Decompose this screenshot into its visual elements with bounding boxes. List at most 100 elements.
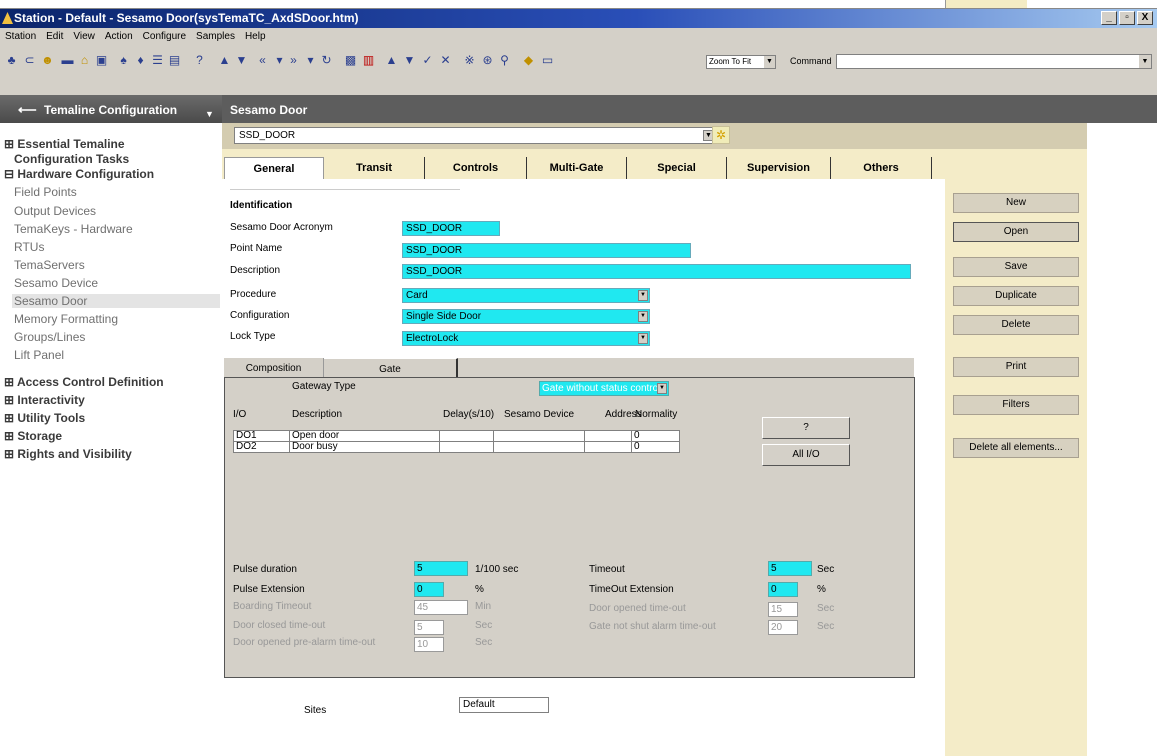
tree-item-lift-panel[interactable]: Lift Panel xyxy=(14,348,64,362)
chevron-down-icon[interactable]: ▼ xyxy=(764,56,775,68)
io-cell[interactable]: DO2 xyxy=(233,441,290,453)
address-cell[interactable] xyxy=(584,430,632,442)
tree-section-interactivity[interactable]: ⊞ Interactivity xyxy=(4,393,85,407)
chevron-down-icon[interactable]: ▼ xyxy=(1139,55,1151,68)
subtab-gate[interactable]: Gate xyxy=(324,358,458,378)
tree-item-sesamo-door[interactable]: Sesamo Door xyxy=(12,294,220,308)
prealarm-field[interactable]: 10 xyxy=(414,637,444,652)
new-button[interactable]: New xyxy=(953,193,1079,213)
chevron-down-icon[interactable]: ▼ xyxy=(638,290,648,301)
menu-samples[interactable]: Samples xyxy=(191,28,240,45)
description-cell[interactable]: Open door xyxy=(289,430,440,442)
menu-edit[interactable]: Edit xyxy=(41,28,68,45)
home-icon[interactable]: ⌂ xyxy=(77,53,92,67)
description-cell[interactable]: Door busy xyxy=(289,441,440,453)
normality-cell[interactable]: 0 xyxy=(631,430,680,442)
point-name-field[interactable]: SSD_DOOR xyxy=(402,243,691,258)
tab-transit[interactable]: Transit xyxy=(324,157,424,179)
grid-icon[interactable]: ▣ xyxy=(94,53,109,67)
wizard-icon[interactable]: ✲ xyxy=(712,126,730,144)
pulse-extension-field[interactable]: 0 xyxy=(414,582,444,597)
gate-not-shut-field[interactable]: 20 xyxy=(768,620,798,635)
tree-section-access-control[interactable]: ⊞ Access Control Definition xyxy=(4,375,164,389)
help-icon[interactable]: ? xyxy=(192,53,207,67)
tree-item-groups-lines[interactable]: Groups/Lines xyxy=(14,330,85,344)
sites-field[interactable]: Default xyxy=(459,697,549,713)
pulse-duration-field[interactable]: 5 xyxy=(414,561,468,576)
procedure-select[interactable]: Card ▼ xyxy=(402,288,650,303)
duplicate-button[interactable]: Duplicate xyxy=(953,286,1079,306)
io-help-button[interactable]: ? xyxy=(762,417,850,439)
tree-item-output-devices[interactable]: Output Devices xyxy=(14,204,96,218)
tree-section-storage[interactable]: ⊞ Storage xyxy=(4,429,62,443)
menu-action[interactable]: Action xyxy=(100,28,138,45)
zoom-select[interactable]: Zoom To Fit ▼ xyxy=(706,55,776,69)
delay-cell[interactable] xyxy=(439,441,494,453)
hierarchy-icon[interactable]: ♣ xyxy=(4,53,19,67)
tab-multi-gate[interactable]: Multi-Gate xyxy=(526,157,626,179)
filters-button[interactable]: Filters xyxy=(953,395,1079,415)
subtab-composition[interactable]: Composition xyxy=(224,358,324,378)
tab-controls[interactable]: Controls xyxy=(424,157,526,179)
tree-item-sesamo-device[interactable]: Sesamo Device xyxy=(14,276,98,290)
tree-section-essential[interactable]: ⊞ Essential Temaline xyxy=(4,137,125,151)
gateway-type-select[interactable]: Gate without status control ▼ xyxy=(539,381,669,396)
chevron-down-icon[interactable]: ▼ xyxy=(638,311,648,322)
triangle-down-icon[interactable]: ▼ xyxy=(402,53,417,67)
tree-item-memory-formatting[interactable]: Memory Formatting xyxy=(14,312,118,326)
door-closed-field[interactable]: 5 xyxy=(414,620,444,635)
tab-special[interactable]: Special xyxy=(626,157,726,179)
restore-button[interactable]: ▫ xyxy=(1119,11,1135,25)
menu-help[interactable]: Help xyxy=(240,28,271,45)
left-panel-header[interactable]: ⟵ Temaline Configuration ▼ xyxy=(0,95,222,123)
list-icon[interactable]: ☰ xyxy=(150,53,165,67)
chevron-down-icon[interactable]: ▾ xyxy=(272,53,287,67)
tree-item-temakeys[interactable]: TemaKeys - Hardware xyxy=(14,222,133,236)
tree-item-temaservers[interactable]: TemaServers xyxy=(14,258,85,272)
tab-others[interactable]: Others xyxy=(830,157,932,179)
print-button[interactable]: Print xyxy=(953,357,1079,377)
refresh-icon[interactable]: ↻ xyxy=(319,53,334,67)
monitor-icon[interactable]: ▬ xyxy=(60,53,75,67)
x-mark-icon[interactable]: ✕ xyxy=(438,53,453,67)
save-button[interactable]: Save xyxy=(953,257,1079,277)
diamond-icon[interactable]: ◆ xyxy=(521,53,536,67)
back-icon[interactable]: « xyxy=(255,53,270,67)
triangle-up-icon[interactable]: ▲ xyxy=(384,53,399,67)
download-icon[interactable]: ▼ xyxy=(234,53,249,67)
print-preview-icon[interactable]: ♦ xyxy=(133,53,148,67)
tab-general[interactable]: General xyxy=(224,157,324,179)
close-button[interactable]: X xyxy=(1137,11,1153,25)
door-opened-field[interactable]: 15 xyxy=(768,602,798,617)
sesamo-device-cell[interactable] xyxy=(493,441,585,453)
delete-button[interactable]: Delete xyxy=(953,315,1079,335)
check-icon[interactable]: ✓ xyxy=(420,53,435,67)
sesamo-device-cell[interactable] xyxy=(493,430,585,442)
menu-view[interactable]: View xyxy=(68,28,100,45)
configuration-select[interactable]: Single Side Door ▼ xyxy=(402,309,650,324)
address-cell[interactable] xyxy=(584,441,632,453)
delete-all-button[interactable]: Delete all elements... xyxy=(953,438,1079,458)
search-icon[interactable]: ⚲ xyxy=(497,53,512,67)
minimize-button[interactable]: _ xyxy=(1101,11,1117,25)
upload-icon[interactable]: ▲ xyxy=(217,53,232,67)
tree-item-rtus[interactable]: RTUs xyxy=(14,240,44,254)
table-icon[interactable]: ▤ xyxy=(167,53,182,67)
description-field[interactable]: SSD_DOOR xyxy=(402,264,911,279)
forward-icon[interactable]: » xyxy=(286,53,301,67)
window-icon[interactable]: ▭ xyxy=(540,53,555,67)
timeout-extension-field[interactable]: 0 xyxy=(768,582,798,597)
tree-section-utility-tools[interactable]: ⊞ Utility Tools xyxy=(4,411,85,425)
user-icon[interactable]: ☻ xyxy=(40,53,55,67)
menu-configure[interactable]: Configure xyxy=(138,28,191,45)
chevron-down-icon[interactable]: ▼ xyxy=(205,109,214,119)
find-icon[interactable]: ⊛ xyxy=(480,53,495,67)
table-row[interactable]: DO1 Open door 0 xyxy=(233,430,680,442)
print-icon[interactable]: ♠ xyxy=(116,53,131,67)
tree-item-field-points[interactable]: Field Points xyxy=(14,185,77,199)
tab-supervision[interactable]: Supervision xyxy=(726,157,830,179)
chevron-down-icon[interactable]: ▾ xyxy=(303,53,318,67)
image-icon[interactable]: ▩ xyxy=(343,53,358,67)
boarding-timeout-field[interactable]: 45 xyxy=(414,600,468,615)
table-row[interactable]: DO2 Door busy 0 xyxy=(233,441,680,453)
